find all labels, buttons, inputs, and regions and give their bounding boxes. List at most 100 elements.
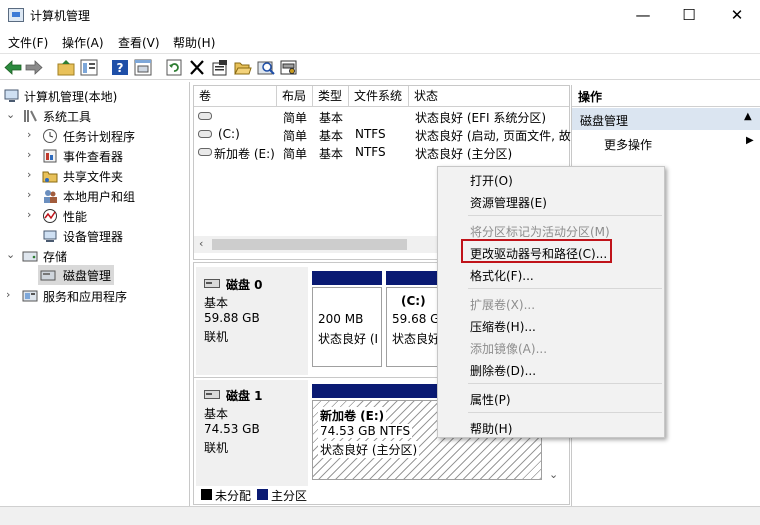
menu-separator <box>468 383 662 384</box>
table-row[interactable]: 新加卷 (E:) 简单 基本 NTFS 状态良好 (主分区) <box>194 144 569 162</box>
menu-separator <box>468 215 662 216</box>
menu-view[interactable]: 查看(V) <box>118 34 160 51</box>
svg-text:?: ? <box>117 61 124 75</box>
menu-item-explorer[interactable]: 资源管理器(E) <box>470 194 547 211</box>
column-header-type[interactable]: 类型 <box>313 86 349 107</box>
computer-icon <box>4 89 19 102</box>
properties-icon[interactable] <box>211 59 229 76</box>
disk-settings-icon[interactable] <box>280 59 298 76</box>
window-title: 计算机管理 <box>30 9 91 23</box>
disk-1-info[interactable]: 磁盘 1 基本 74.53 GB 联机 <box>196 380 308 486</box>
tree-item-system-tools[interactable]: ⌄ 系统工具 <box>0 106 190 126</box>
chevron-down-icon[interactable]: ⌄ <box>6 248 18 261</box>
close-button[interactable]: ✕ <box>714 0 760 30</box>
tree-item-device-manager[interactable]: 设备管理器 <box>0 226 190 246</box>
tree-item-shared-folders[interactable]: › 共享文件夹 <box>0 166 190 186</box>
tree-label-system-tools: 系统工具 <box>43 110 92 124</box>
menu-item-shrink-volume[interactable]: 压缩卷(H)... <box>470 318 536 335</box>
volume-fs: NTFS <box>355 145 386 159</box>
menu-item-mark-active[interactable]: 将分区标记为活动分区(M) <box>470 223 610 240</box>
menu-item-add-mirror[interactable]: 添加镜像(A)... <box>470 340 547 357</box>
column-header-layout[interactable]: 布局 <box>277 86 313 107</box>
collapse-up-icon[interactable]: ▲ <box>744 111 752 122</box>
column-header-volume[interactable]: 卷 <box>194 86 277 107</box>
disk-icon <box>204 279 220 288</box>
tree-label-local-users: 本地用户和组 <box>63 190 136 204</box>
partition-efi[interactable]: 200 MB 状态良好 (I <box>312 287 382 367</box>
volume-type: 基本 <box>319 111 344 125</box>
chevron-right-icon[interactable]: › <box>27 208 39 221</box>
performance-icon <box>43 209 57 223</box>
table-row[interactable]: 简单 基本 状态良好 (EFI 系统分区) <box>194 108 569 126</box>
volume-layout: 简单 <box>283 129 308 143</box>
disk-0-info[interactable]: 磁盘 0 基本 59.88 GB 联机 <box>196 267 308 375</box>
partition-c[interactable]: (C:) 59.68 G 状态良好 <box>386 287 441 367</box>
disk-0-kind: 基本 <box>204 296 229 310</box>
chevron-right-icon[interactable]: › <box>27 128 39 141</box>
tree-item-task-scheduler[interactable]: › 任务计划程序 <box>0 126 190 146</box>
console-icon[interactable] <box>134 59 152 76</box>
volume-icon <box>198 130 212 138</box>
volume-status: 状态良好 (EFI 系统分区) <box>415 111 547 125</box>
help-icon[interactable]: ? <box>111 59 129 76</box>
maximize-button[interactable]: ☐ <box>666 0 712 30</box>
tree-item-disk-management[interactable]: 磁盘管理 <box>38 265 114 285</box>
menu-action[interactable]: 操作(A) <box>62 34 104 51</box>
legend-primary: 主分区 <box>271 489 308 503</box>
partition-status: 状态良好 (主分区) <box>318 441 420 458</box>
scrollbar-thumb[interactable] <box>212 239 407 250</box>
chevron-right-icon[interactable]: › <box>27 188 39 201</box>
tree-label-performance: 性能 <box>63 210 88 224</box>
volume-status: 状态良好 (主分区) <box>415 147 513 161</box>
minimize-button[interactable]: — <box>620 0 666 30</box>
menu-bar: 文件(F) 操作(A) 查看(V) 帮助(H) <box>0 30 760 52</box>
search-disk-icon[interactable] <box>257 59 275 76</box>
tree-item-performance[interactable]: › 性能 <box>0 206 190 226</box>
clock-icon <box>43 129 57 143</box>
menu-item-properties[interactable]: 属性(P) <box>470 391 511 408</box>
chevron-right-icon[interactable]: › <box>6 288 18 301</box>
more-actions[interactable]: 更多操作 ▶ <box>572 132 760 154</box>
column-header-status[interactable]: 状态 <box>409 86 569 107</box>
properties-pane-icon[interactable] <box>80 59 98 76</box>
storage-icon <box>22 251 38 262</box>
menu-item-open[interactable]: 打开(O) <box>470 172 513 189</box>
partition-label: 新加卷 (E:) <box>318 407 387 424</box>
menu-item-format[interactable]: 格式化(F)... <box>470 267 534 284</box>
disk-1-name: 磁盘 1 <box>226 389 263 403</box>
tree-item-local-users[interactable]: › 本地用户和组 <box>0 186 190 206</box>
table-row[interactable]: (C:) 简单 基本 NTFS 状态良好 (启动, 页面文件, 故 <box>194 126 571 144</box>
menu-item-help[interactable]: 帮助(H) <box>470 420 512 437</box>
shared-folder-icon <box>42 171 58 183</box>
back-arrow-icon[interactable] <box>4 59 22 76</box>
tree-item-storage[interactable]: ⌄ 存储 <box>0 246 190 266</box>
tree-item-event-viewer[interactable]: › 事件查看器 <box>0 146 190 166</box>
title-bar: 计算机管理 — ☐ ✕ <box>0 0 760 30</box>
chevron-down-icon[interactable]: ⌄ <box>6 108 18 121</box>
chevron-right-icon[interactable]: › <box>27 148 39 161</box>
menu-item-delete-volume[interactable]: 删除卷(D)... <box>470 362 536 379</box>
delete-icon[interactable] <box>188 59 206 76</box>
up-folder-icon[interactable] <box>57 59 75 76</box>
tree-item-services-apps[interactable]: › 服务和应用程序 <box>0 286 190 306</box>
menu-file[interactable]: 文件(F) <box>8 34 48 51</box>
chevron-right-icon[interactable]: › <box>27 168 39 181</box>
context-menu: 打开(O) 资源管理器(E) 将分区标记为活动分区(M) 更改驱动器号和路径(C… <box>437 166 665 438</box>
tree-item-root[interactable]: 计算机管理(本地) <box>0 86 190 106</box>
volume-name: 新加卷 (E:) <box>214 147 275 161</box>
tree-label-task-scheduler: 任务计划程序 <box>63 130 136 144</box>
scroll-down-icon[interactable]: ⌄ <box>549 468 558 481</box>
event-viewer-icon <box>43 149 57 163</box>
menu-separator <box>468 412 662 413</box>
scroll-left-icon[interactable]: ‹ <box>199 237 203 250</box>
column-header-filesystem[interactable]: 文件系统 <box>349 86 409 107</box>
volume-layout: 简单 <box>283 147 308 161</box>
menu-item-extend-volume[interactable]: 扩展卷(X)... <box>470 296 535 313</box>
actions-section[interactable]: 磁盘管理 ▲ <box>572 108 760 130</box>
forward-arrow-icon[interactable] <box>25 59 43 76</box>
open-folder-icon[interactable] <box>234 59 252 76</box>
partition-size: 59.68 G <box>392 312 440 326</box>
refresh-icon[interactable] <box>165 59 183 76</box>
tools-icon <box>24 110 37 122</box>
menu-help[interactable]: 帮助(H) <box>173 34 215 51</box>
